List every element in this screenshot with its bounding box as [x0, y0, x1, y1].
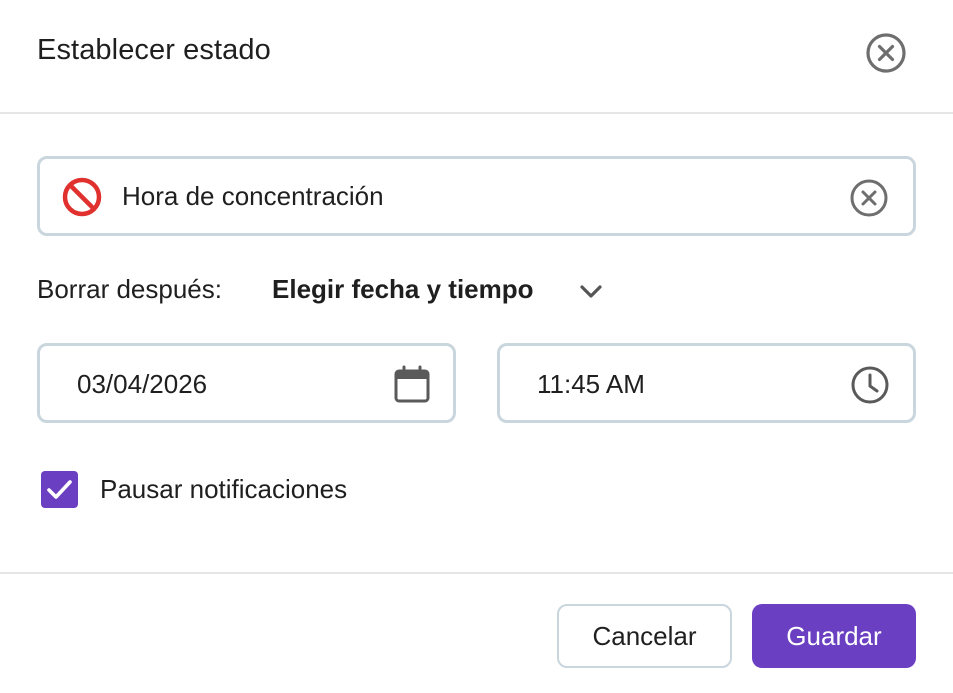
set-status-dialog: Establecer estado Hora de concentración — [0, 0, 953, 693]
no-entry-emoji-icon[interactable] — [62, 177, 102, 217]
time-value: 11:45 AM — [537, 369, 645, 399]
checkmark-icon — [47, 480, 72, 499]
close-circle-icon — [866, 33, 906, 73]
status-text: Hora de concentración — [122, 181, 384, 211]
dialog-title: Establecer estado — [37, 34, 271, 66]
date-input[interactable]: 03/04/2026 — [37, 343, 456, 423]
pause-notifications-checkbox[interactable] — [41, 471, 78, 508]
pause-notifications-label[interactable]: Pausar notificaciones — [100, 474, 347, 505]
status-input[interactable]: Hora de concentración — [37, 156, 916, 236]
chevron-down-icon — [580, 285, 602, 298]
dialog-header: Establecer estado — [0, 0, 953, 114]
save-button[interactable]: Guardar — [752, 604, 916, 668]
footer-divider — [0, 572, 953, 574]
clear-after-selected-value: Elegir fecha y tiempo — [272, 274, 534, 304]
clock-button[interactable] — [850, 365, 890, 405]
clock-icon — [851, 366, 889, 404]
time-input[interactable]: 11:45 AM — [497, 343, 916, 423]
clear-status-button[interactable] — [848, 177, 890, 219]
clear-after-dropdown[interactable]: Elegir fecha y tiempo — [272, 268, 612, 312]
calendar-icon — [394, 365, 430, 403]
close-button[interactable] — [864, 31, 908, 75]
date-value: 03/04/2026 — [77, 369, 208, 399]
calendar-button[interactable] — [392, 365, 432, 405]
clear-circle-icon — [850, 179, 888, 217]
cancel-button[interactable]: Cancelar — [557, 604, 732, 668]
clear-after-label: Borrar después: — [37, 274, 222, 304]
